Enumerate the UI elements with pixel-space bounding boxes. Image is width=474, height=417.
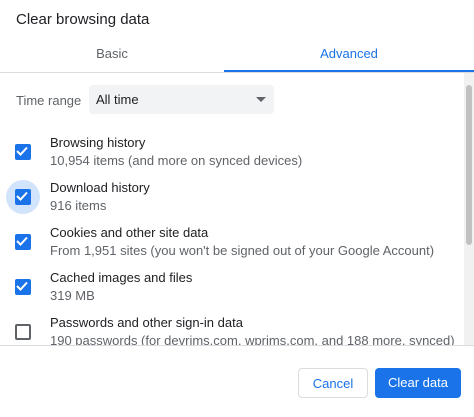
cached-images-label: Cached images and files [50, 270, 193, 285]
time-range-value: All time [96, 92, 139, 107]
option-download-history[interactable]: Download history 916 items [0, 178, 462, 220]
browsing-history-label: Browsing history [50, 135, 146, 150]
cached-images-checkbox[interactable] [15, 279, 31, 295]
cookies-detail: From 1,951 sites (you won't be signed ou… [50, 243, 435, 258]
time-range-row: Time range All time [0, 85, 474, 115]
cached-images-detail: 319 MB [50, 288, 95, 303]
download-history-detail: 916 items [50, 198, 107, 213]
clear-browsing-data-dialog: Clear browsing data Basic Advanced Time … [0, 0, 474, 417]
browsing-history-detail: 10,954 items (and more on synced devices… [50, 153, 303, 168]
cookies-checkbox[interactable] [15, 234, 31, 250]
checkmark-icon [16, 146, 28, 156]
tab-bar: Basic Advanced [0, 40, 474, 73]
time-range-select[interactable]: All time [89, 85, 274, 114]
download-history-checkbox[interactable] [15, 189, 31, 205]
time-range-label: Time range [16, 93, 82, 108]
cancel-button[interactable]: Cancel [298, 368, 368, 398]
dialog-title: Clear browsing data [16, 11, 150, 28]
dropdown-arrow-icon [256, 97, 266, 102]
option-cookies-site-data[interactable]: Cookies and other site data From 1,951 s… [0, 223, 462, 265]
checkbox-ripple [6, 180, 40, 214]
checkmark-icon [16, 281, 28, 291]
scrollbar[interactable] [464, 73, 474, 345]
checkbox-ripple [6, 135, 40, 169]
footer-divider [0, 345, 474, 346]
tab-basic[interactable]: Basic [0, 40, 224, 71]
advanced-panel: Time range All time Browsing history 10,… [0, 73, 474, 345]
checkbox-ripple [6, 270, 40, 304]
option-browsing-history[interactable]: Browsing history 10,954 items (and more … [0, 133, 462, 175]
checkbox-ripple [6, 315, 40, 345]
browsing-history-checkbox[interactable] [15, 144, 31, 160]
checkbox-ripple [6, 225, 40, 259]
passwords-checkbox[interactable] [15, 324, 31, 340]
download-history-label: Download history [50, 180, 150, 195]
option-cached-images[interactable]: Cached images and files 319 MB [0, 268, 462, 310]
checkmark-icon [16, 236, 28, 246]
checkmark-icon [16, 191, 28, 201]
passwords-detail: 190 passwords (for devrims.com, wprims.c… [50, 333, 455, 345]
tab-advanced[interactable]: Advanced [224, 40, 474, 71]
cookies-label: Cookies and other site data [50, 225, 209, 240]
active-tab-indicator [224, 70, 474, 72]
clear-data-button[interactable]: Clear data [375, 368, 461, 398]
option-passwords[interactable]: Passwords and other sign-in data 190 pas… [0, 313, 462, 345]
scrollbar-thumb[interactable] [466, 85, 472, 245]
passwords-label: Passwords and other sign-in data [50, 315, 243, 330]
